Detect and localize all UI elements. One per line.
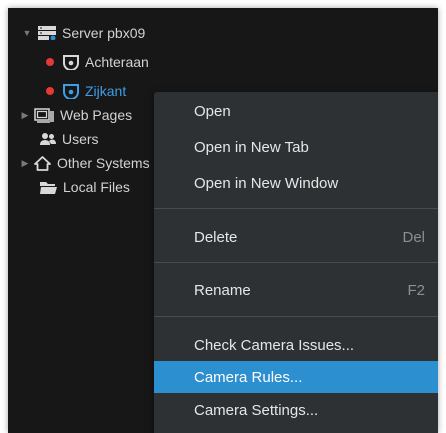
expand-caret-icon[interactable]: ▼ [22,28,32,38]
menu-item-label: Open in New Window [194,174,339,192]
tree-item-users[interactable]: Users [40,128,99,150]
menu-item-rename[interactable]: Rename F2 [154,274,438,306]
menu-item-shortcut: Del [402,228,425,246]
camera-icon [63,54,79,70]
expand-caret-icon[interactable]: ▶ [20,158,30,168]
menu-separator [154,262,438,263]
tree-item-camera-selected[interactable]: Zijkant [46,80,126,102]
resource-tree-panel: ▼ Server pbx09 Achteraan Zijkant ▶ Web P… [8,8,438,433]
menu-item-open-in-new-window[interactable]: Open in New Window [154,167,438,199]
menu-item-delete[interactable]: Delete Del [154,221,438,253]
tree-item-other-systems[interactable]: ▶ Other Systems [20,152,150,174]
expand-caret-icon[interactable]: ▶ [20,110,30,120]
tree-item-label: Other Systems [57,155,150,171]
home-icon [34,155,51,171]
status-dot-icon [46,58,54,66]
menu-item-shortcut: F2 [407,281,425,299]
tree-item-server[interactable]: ▼ Server pbx09 [22,22,146,44]
menu-item-label: Delete [194,228,238,246]
tree-item-label: Server pbx09 [62,25,146,41]
server-icon [38,26,56,40]
menu-item-check-camera-issues[interactable]: Check Camera Issues... [154,329,438,361]
tree-item-web-pages[interactable]: ▶ Web Pages [20,104,133,126]
tree-item-label: Local Files [63,179,130,195]
tree-item-local-files[interactable]: Local Files [40,176,130,198]
menu-item-label: Camera Rules... [194,368,303,386]
tree-item-camera[interactable]: Achteraan [46,51,149,73]
menu-item-label: Open [194,102,231,120]
tree-item-label: Users [62,131,99,147]
context-menu: Open Open in New Tab Open in New Window … [154,92,438,433]
web-page-icon [34,107,54,123]
users-icon [40,132,56,146]
tree-item-label: Achteraan [85,54,149,70]
tree-item-label: Web Pages [60,107,133,123]
menu-separator [154,316,438,317]
menu-item-label: Camera Settings... [194,401,319,419]
menu-item-label: Rename [194,281,251,299]
camera-icon [63,83,79,99]
folder-icon [40,181,57,194]
status-dot-icon [46,87,54,95]
menu-separator [154,208,438,209]
menu-item-label: Check Camera Issues... [194,336,355,354]
menu-item-open-in-new-tab[interactable]: Open in New Tab [154,131,438,163]
menu-item-label: Open in New Tab [194,138,309,156]
tree-item-label: Zijkant [85,83,127,99]
menu-item-camera-settings[interactable]: Camera Settings... [154,394,438,426]
menu-item-open[interactable]: Open [154,95,438,127]
menu-item-camera-rules[interactable]: Camera Rules... [154,361,438,393]
